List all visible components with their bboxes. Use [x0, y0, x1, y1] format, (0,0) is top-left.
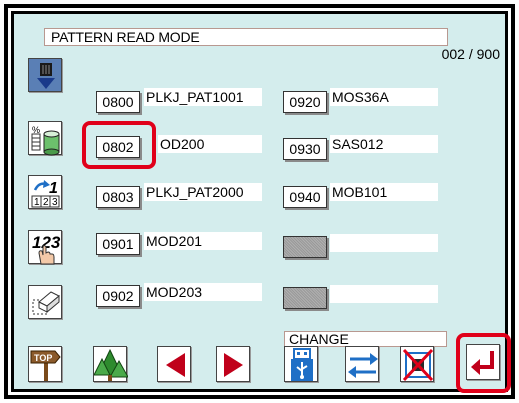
usb-icon — [291, 348, 313, 381]
enter-button[interactable] — [466, 344, 500, 380]
swap-button[interactable] — [345, 346, 379, 382]
svg-text:2: 2 — [43, 197, 49, 208]
swap-arrows-icon — [348, 353, 378, 378]
pattern-name: OD200 — [158, 135, 262, 153]
previous-button[interactable] — [157, 346, 191, 382]
pattern-code-button[interactable]: 0930 — [283, 138, 327, 160]
eraser-button[interactable] — [28, 285, 62, 319]
empty-pattern-name — [330, 234, 438, 252]
cancel-icon — [402, 348, 434, 382]
top-button[interactable]: TOP — [28, 346, 62, 382]
pattern-name: MOB101 — [330, 183, 438, 201]
pattern-code-button-selected[interactable]: 0802 — [96, 136, 140, 158]
empty-pattern-slot — [283, 287, 327, 309]
pattern-name: PLKJ_PAT2000 — [144, 183, 262, 201]
svg-text:3: 3 — [52, 197, 58, 208]
pattern-code-button[interactable]: 0920 — [283, 91, 327, 113]
sequence-button[interactable]: 1 1 2 3 — [28, 175, 62, 209]
mode-title: PATTERN READ MODE — [44, 28, 448, 46]
empty-pattern-name — [330, 285, 438, 303]
pattern-code-button[interactable]: 0800 — [96, 91, 140, 113]
pattern-name: PLKJ_PAT1001 — [144, 88, 262, 106]
arrow-left-icon — [166, 353, 185, 377]
pattern-code-button[interactable]: 0901 — [96, 233, 140, 255]
svg-text:TOP: TOP — [34, 353, 52, 363]
data-storage-icon: % — [31, 125, 60, 156]
tree-icon — [93, 348, 129, 381]
data-storage-button[interactable]: % — [28, 121, 62, 156]
pattern-name: MOS36A — [330, 88, 438, 106]
pattern-code-button[interactable]: 0940 — [283, 186, 327, 208]
pattern-name: MOD201 — [144, 232, 262, 250]
pattern-name: MOD203 — [144, 283, 262, 301]
pattern-code-button[interactable]: 0902 — [96, 285, 140, 307]
sequence-123-icon: 1 1 2 3 — [31, 180, 60, 208]
number-touch-icon: 123 — [32, 233, 61, 265]
cancel-button[interactable] — [400, 346, 434, 382]
number-touch-button[interactable]: 123 — [28, 230, 62, 265]
usb-button[interactable] — [284, 346, 318, 382]
pattern-read-button[interactable] — [28, 58, 62, 92]
forest-button[interactable] — [93, 346, 129, 382]
arrow-right-icon — [224, 353, 243, 377]
empty-pattern-slot — [283, 236, 327, 258]
change-label: CHANGE — [284, 331, 447, 347]
svg-text:1: 1 — [34, 197, 40, 208]
pattern-code-button[interactable]: 0803 — [96, 186, 140, 208]
svg-text:1: 1 — [49, 180, 58, 197]
enter-icon — [471, 351, 494, 375]
page-count: 002 / 900 — [441, 46, 500, 62]
eraser-icon — [32, 291, 60, 315]
pattern-read-icon — [37, 63, 55, 89]
pattern-name: SAS012 — [330, 135, 438, 153]
top-signpost-icon: TOP — [30, 350, 61, 381]
next-button[interactable] — [216, 346, 250, 382]
